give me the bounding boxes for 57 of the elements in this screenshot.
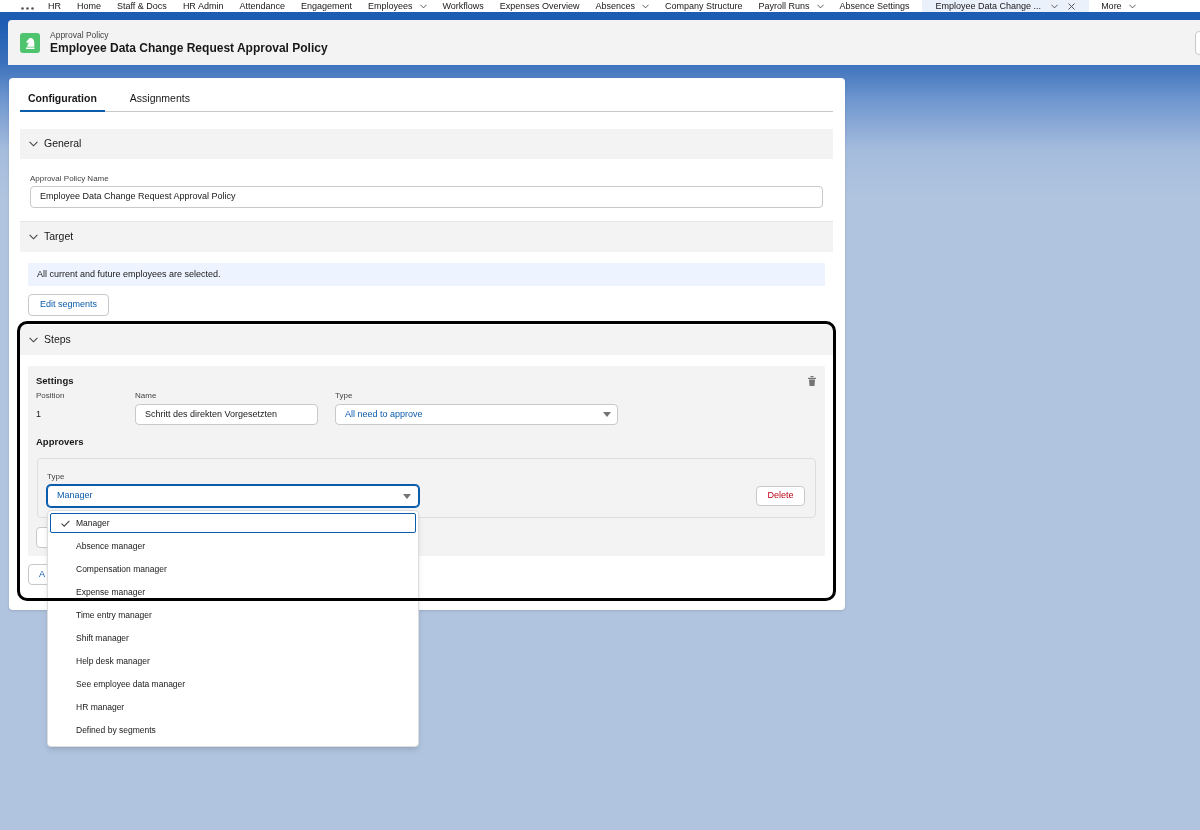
nav-item[interactable]: Engagement [292,0,360,12]
object-type-label: Approval Policy [50,29,110,41]
tab[interactable]: Assignments [121,88,198,112]
dropdown-option[interactable]: Shift manager [50,628,416,648]
page-title: Employee Data Change Request Approval Policy [50,40,328,56]
dropdown-option[interactable]: Defined by segments [50,720,416,740]
dropdown-option[interactable]: Manager [50,513,416,533]
chevron-down-icon [29,141,38,147]
nav-item[interactable]: Absences [587,0,657,12]
close-icon[interactable] [1068,2,1076,10]
select-field[interactable]: All need to approve [335,404,618,425]
nav-item[interactable]: Staff & Docs [109,0,175,12]
text-field[interactable]: Employee Data Change Request Approval Policy [30,186,823,208]
section-subtitle: Settings [36,373,74,388]
nav-item[interactable]: Company Structure [656,0,751,12]
nav-item[interactable]: Workflows [434,0,492,12]
field-label: Position [36,391,66,401]
nav-item[interactable]: Home [69,0,109,12]
nav-item[interactable]: Attendance [231,0,293,12]
chevron-down-icon [29,234,38,240]
dropdown-option[interactable]: Absence manager [50,536,416,556]
text-field[interactable]: Schritt des direkten Vorgesetzten [135,404,318,425]
dropdown-option[interactable]: See employee data manager [50,674,416,694]
section-header[interactable]: Target [20,222,833,252]
chevron-down-icon [29,337,38,343]
nav-item[interactable]: HR Admin [174,0,232,12]
field-label: Approval Policy Name [30,174,110,184]
chess-knight-icon [20,32,40,53]
info-message: All current and future employees are selected. [28,263,825,286]
select-field[interactable]: Manager [47,485,419,507]
app-launcher-icon[interactable] [21,6,34,10]
section-header[interactable]: Steps [20,325,833,355]
position-value: 1 [36,407,42,421]
section-header[interactable]: General [20,129,833,159]
nav-item[interactable]: Absence Settings [831,0,918,12]
nav-tab[interactable]: Employee Data Change ... [921,0,1090,12]
nav-item[interactable]: Expenses Overview [491,0,588,12]
nav-item[interactable]: Payroll Runs [750,0,832,12]
checkmark-icon [61,519,70,527]
caret-down-icon [403,493,411,499]
delete-button[interactable]: Delete [756,486,805,506]
nav-item[interactable]: Employees [360,0,435,12]
dropdown-option[interactable]: Help desk manager [50,651,416,671]
section-subtitle: Approvers [36,436,85,448]
field-label: Type [335,391,354,401]
trash-icon[interactable] [808,376,816,386]
dropdown-option[interactable]: Time entry manager [50,605,416,625]
caret-down-icon [603,412,611,417]
dropdown-option[interactable]: HR manager [50,697,416,717]
dropdown-option[interactable]: Expense manager [50,582,416,602]
field-label: Type [47,472,66,482]
nav-item[interactable]: More [1093,0,1144,12]
tab[interactable]: Configuration [20,88,105,112]
nav-item[interactable]: HR [40,0,69,12]
edit-segments-button[interactable]: Edit segments [28,294,110,316]
field-label: Name [135,391,158,401]
dropdown-option[interactable]: Compensation manager [50,559,416,579]
